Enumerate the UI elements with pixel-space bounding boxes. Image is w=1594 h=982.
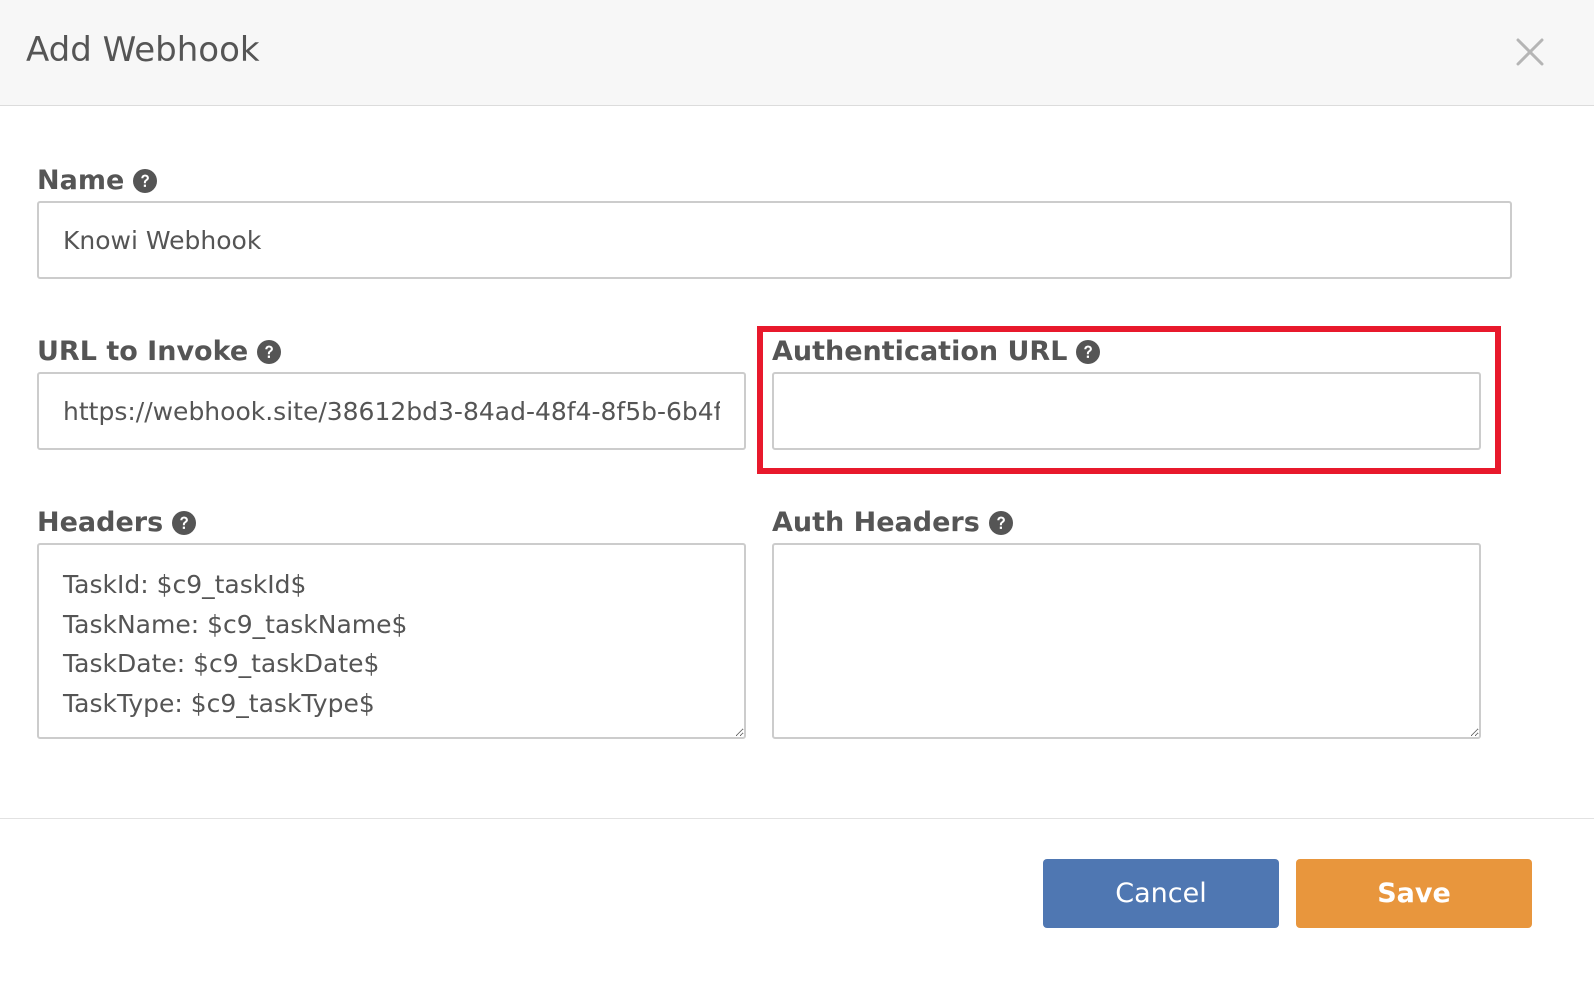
- question-circle-icon[interactable]: [988, 510, 1014, 536]
- question-circle-icon[interactable]: [1075, 339, 1101, 365]
- close-icon: [1516, 38, 1544, 66]
- headers-label: Headers: [37, 506, 197, 540]
- footer-divider: [0, 818, 1594, 819]
- save-button[interactable]: Save: [1296, 859, 1532, 928]
- question-circle-icon[interactable]: [256, 339, 282, 365]
- auth-headers-label-text: Auth Headers: [772, 507, 980, 538]
- question-circle-icon[interactable]: [132, 168, 158, 194]
- cancel-button[interactable]: Cancel: [1043, 859, 1279, 928]
- auth-headers-textarea[interactable]: [772, 543, 1481, 739]
- headers-textarea[interactable]: TaskId: $c9_taskId$ TaskName: $c9_taskNa…: [37, 543, 746, 739]
- authentication-url-label-text: Authentication URL: [772, 336, 1068, 367]
- headers-label-text: Headers: [37, 507, 164, 538]
- url-to-invoke-input[interactable]: [37, 372, 746, 450]
- authentication-url-label: Authentication URL: [772, 335, 1101, 369]
- add-webhook-dialog: Add Webhook Name URL to Invoke: [0, 0, 1594, 982]
- auth-headers-label: Auth Headers: [772, 506, 1014, 540]
- dialog-header: Add Webhook: [0, 0, 1594, 106]
- url-to-invoke-label-text: URL to Invoke: [37, 336, 249, 367]
- dialog-title: Add Webhook: [26, 30, 260, 70]
- url-to-invoke-label: URL to Invoke: [37, 335, 282, 369]
- name-input[interactable]: [37, 201, 1512, 279]
- name-label-text: Name: [37, 165, 125, 196]
- authentication-url-input[interactable]: [772, 372, 1481, 450]
- name-label: Name: [37, 164, 158, 198]
- close-button[interactable]: [1510, 32, 1550, 72]
- question-circle-icon[interactable]: [171, 510, 197, 536]
